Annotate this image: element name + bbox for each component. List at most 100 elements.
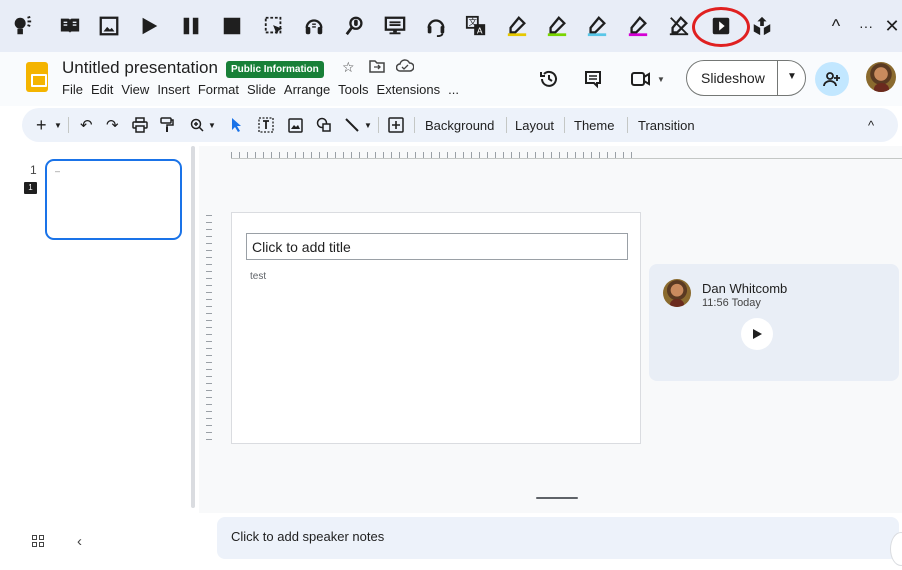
- select-area-icon[interactable]: [262, 14, 286, 38]
- vertical-ruler: [206, 215, 212, 443]
- menu-extensions[interactable]: Extensions: [377, 82, 441, 97]
- comment-timestamp: 11:56 Today: [702, 297, 761, 309]
- toolbar-divider: [506, 117, 507, 133]
- redo-icon[interactable]: ↷: [106, 108, 119, 142]
- play-icon[interactable]: [137, 14, 161, 38]
- comments-icon[interactable]: [580, 66, 606, 92]
- menu-tools[interactable]: Tools: [338, 82, 368, 97]
- menu-format[interactable]: Format: [198, 82, 239, 97]
- slide[interactable]: Click to add title test: [231, 212, 641, 444]
- toolbar-divider: [627, 117, 628, 133]
- comment-author: Dan Whitcomb: [702, 281, 788, 296]
- transition-button[interactable]: Transition: [638, 108, 695, 142]
- title-placeholder[interactable]: Click to add title: [246, 233, 628, 260]
- text-box-icon[interactable]: [258, 108, 274, 142]
- comment-card[interactable]: Dan Whitcomb 11:56 Today: [649, 264, 899, 381]
- share-button[interactable]: [815, 62, 849, 96]
- menu-arrange[interactable]: Arrange: [284, 82, 330, 97]
- toolbar-divider: [68, 117, 69, 133]
- comment-count-badge[interactable]: 1: [24, 182, 37, 194]
- account-avatar[interactable]: [866, 62, 896, 92]
- meet-button[interactable]: ▼: [628, 66, 668, 92]
- close-button[interactable]: ✕: [882, 14, 902, 38]
- collapse-filmstrip-icon[interactable]: ‹: [77, 533, 82, 550]
- export-icon[interactable]: [750, 14, 774, 38]
- classification-badge[interactable]: Public Information: [226, 61, 324, 78]
- comment-play-button[interactable]: [741, 318, 773, 350]
- toolbar-divider: [378, 117, 379, 133]
- svg-text:文: 文: [469, 17, 477, 27]
- slide-number: 1: [30, 163, 37, 177]
- headphones-speech-icon[interactable]: [302, 14, 326, 38]
- layout-button[interactable]: Layout: [515, 108, 554, 142]
- voice-search-icon[interactable]: [343, 14, 367, 38]
- formatting-toolbar: + ▼ ↶ ↷ ▼ ▼ Background Layout Theme Tran…: [22, 108, 898, 142]
- grid-view-icon[interactable]: [32, 534, 44, 552]
- image-icon[interactable]: [97, 14, 121, 38]
- monitor-icon[interactable]: [383, 14, 407, 38]
- pause-icon[interactable]: [179, 14, 203, 38]
- svg-text:A: A: [477, 25, 483, 35]
- select-cursor-icon[interactable]: [230, 108, 244, 142]
- slides-logo-icon[interactable]: [26, 62, 48, 92]
- meet-caret-icon: ▼: [657, 74, 665, 84]
- menu-more[interactable]: ...: [448, 82, 459, 97]
- move-folder-icon[interactable]: [369, 59, 385, 76]
- play-icon: [753, 329, 762, 339]
- menu-file[interactable]: File: [62, 82, 83, 97]
- document-header: Untitled presentation Public Information…: [0, 52, 902, 106]
- headset-icon[interactable]: [424, 14, 448, 38]
- shape-icon[interactable]: [316, 108, 332, 142]
- menu-insert[interactable]: Insert: [157, 82, 190, 97]
- highlighter-blue-icon[interactable]: [585, 14, 609, 38]
- slideshow-button[interactable]: Slideshow ▼: [686, 60, 806, 96]
- ruler-baseline: [231, 158, 902, 159]
- slideshow-split: [777, 61, 778, 95]
- new-slide-icon[interactable]: +: [36, 108, 47, 142]
- line-icon[interactable]: [344, 108, 360, 142]
- book-icon[interactable]: [58, 14, 82, 38]
- menu-view[interactable]: View: [121, 82, 149, 97]
- extension-toolbar: 文A ^ ··· ✕: [0, 0, 902, 52]
- thumbnail-text: –: [55, 166, 61, 176]
- slide-thumbnail[interactable]: –: [45, 159, 182, 240]
- highlighter-pink-icon[interactable]: [626, 14, 650, 38]
- undo-icon[interactable]: ↶: [80, 108, 93, 142]
- filmstrip-scrollbar[interactable]: [191, 146, 195, 508]
- insert-image-icon[interactable]: [288, 108, 303, 142]
- more-button[interactable]: ···: [856, 14, 876, 38]
- slideshow-options-icon[interactable]: ▼: [787, 71, 797, 82]
- zoom-caret-icon[interactable]: ▼: [208, 108, 216, 142]
- menu-bar: File Edit View Insert Format Slide Arran…: [62, 82, 467, 97]
- insert-comment-icon[interactable]: [388, 108, 404, 142]
- zoom-icon[interactable]: [190, 108, 204, 142]
- collapse-menus-icon[interactable]: ^: [868, 108, 874, 142]
- document-title[interactable]: Untitled presentation: [62, 58, 218, 78]
- stop-icon[interactable]: [220, 14, 244, 38]
- menu-slide[interactable]: Slide: [247, 82, 276, 97]
- highlighter-yellow-icon[interactable]: [505, 14, 529, 38]
- speaker-notes[interactable]: Click to add speaker notes: [217, 517, 899, 559]
- bulb-person-icon[interactable]: [10, 14, 34, 38]
- version-history-icon[interactable]: [536, 66, 562, 92]
- collapse-toolbar-button[interactable]: ^: [826, 14, 846, 38]
- background-button[interactable]: Background: [425, 108, 494, 142]
- menu-edit[interactable]: Edit: [91, 82, 113, 97]
- eraser-icon[interactable]: [667, 14, 691, 38]
- theme-button[interactable]: Theme: [574, 108, 614, 142]
- translate-icon[interactable]: 文A: [464, 14, 488, 38]
- highlighter-green-icon[interactable]: [545, 14, 569, 38]
- star-icon[interactable]: ☆: [342, 59, 355, 76]
- comment-author-avatar: [663, 279, 691, 307]
- cloud-saved-icon[interactable]: [395, 59, 415, 76]
- speaker-notes-placeholder: Click to add speaker notes: [231, 529, 385, 544]
- side-panel-toggle[interactable]: [890, 532, 902, 566]
- add-person-icon: [823, 72, 840, 87]
- new-slide-caret-icon[interactable]: ▼: [54, 108, 62, 142]
- slide-body-text[interactable]: test: [250, 271, 266, 282]
- line-caret-icon[interactable]: ▼: [364, 108, 372, 142]
- print-icon[interactable]: [132, 108, 148, 142]
- slideshow-label: Slideshow: [701, 70, 765, 86]
- paint-format-icon[interactable]: [160, 108, 174, 142]
- notes-resize-handle[interactable]: [536, 497, 578, 499]
